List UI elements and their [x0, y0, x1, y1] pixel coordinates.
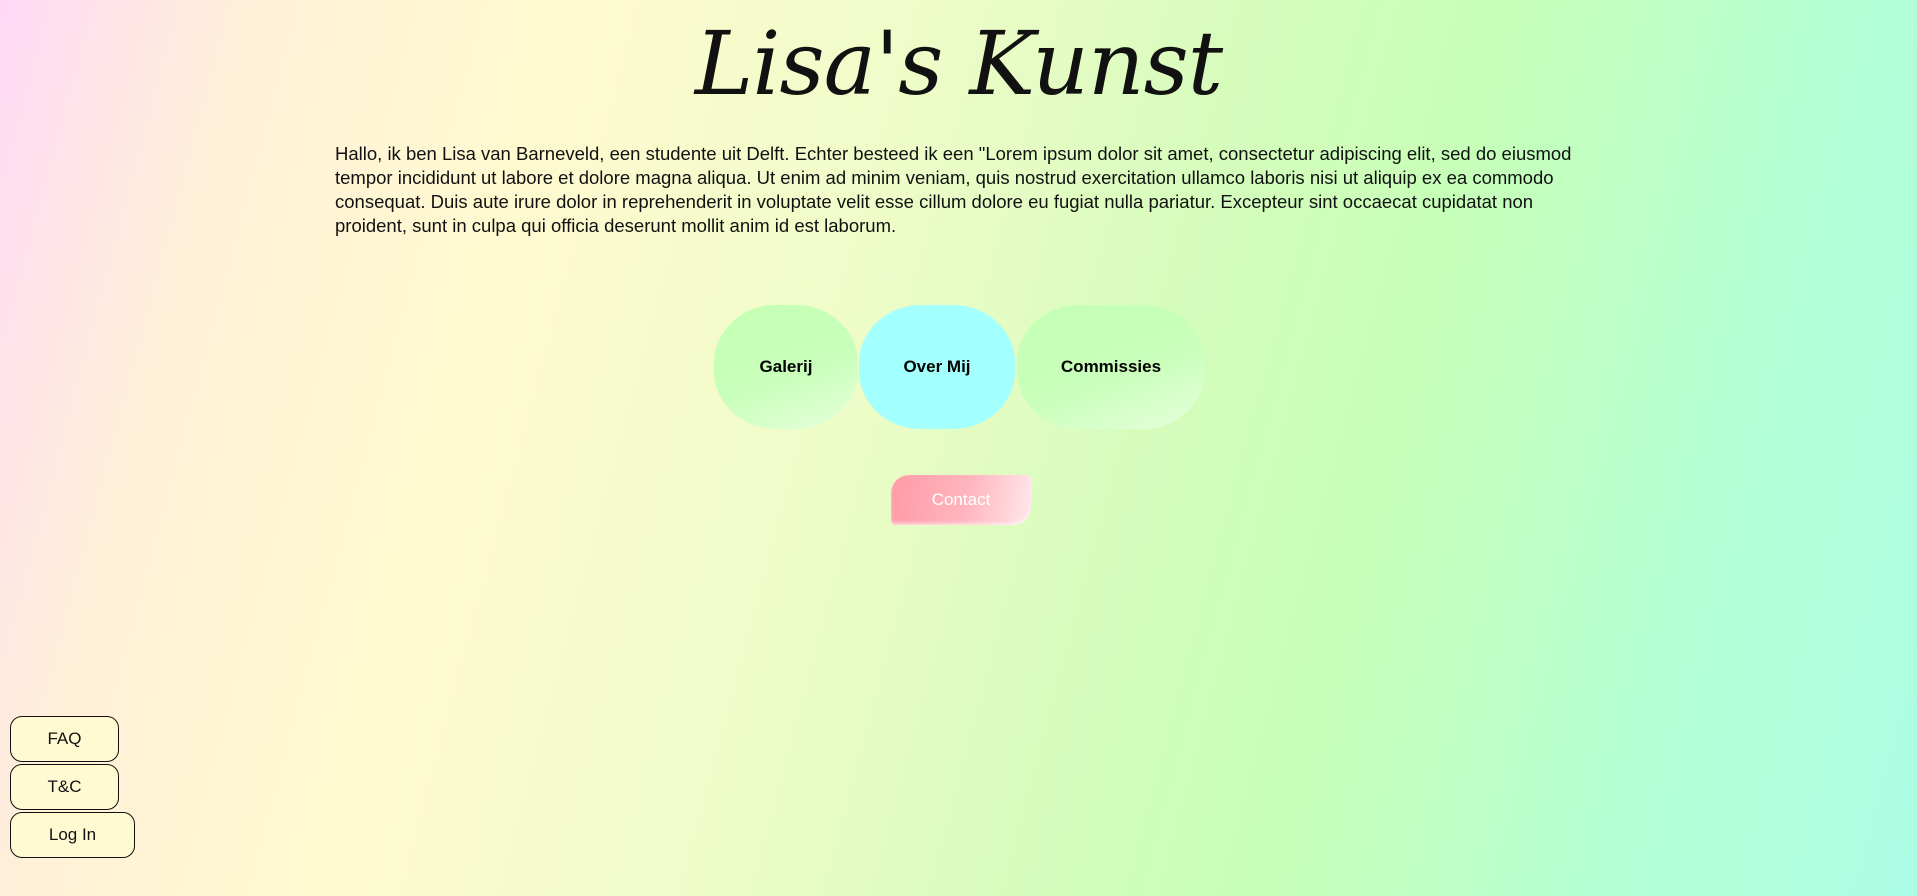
nav-over-mij-label: Over Mij: [903, 357, 971, 376]
nav-galerij-label: Galerij: [759, 357, 813, 376]
contact-button[interactable]: Contact: [891, 475, 1031, 525]
terms-button[interactable]: T&C: [10, 764, 119, 810]
nav-galerij-button[interactable]: Galerij: [714, 305, 858, 429]
contact-label: Contact: [931, 490, 991, 509]
intro-text: Hallo, ik ben Lisa van Barneveld, een st…: [335, 143, 1572, 236]
nav-commissies-label: Commissies: [1060, 357, 1162, 376]
nav-commissies-button[interactable]: Commissies: [1017, 305, 1205, 429]
nav-over-mij-button[interactable]: Over Mij: [859, 305, 1015, 429]
login-button[interactable]: Log In: [10, 812, 135, 858]
terms-label: T&C: [47, 777, 82, 796]
faq-button[interactable]: FAQ: [10, 716, 119, 762]
page-title: Lisa's Kunst: [694, 12, 1223, 115]
faq-label: FAQ: [47, 729, 82, 748]
login-label: Log In: [48, 825, 97, 844]
